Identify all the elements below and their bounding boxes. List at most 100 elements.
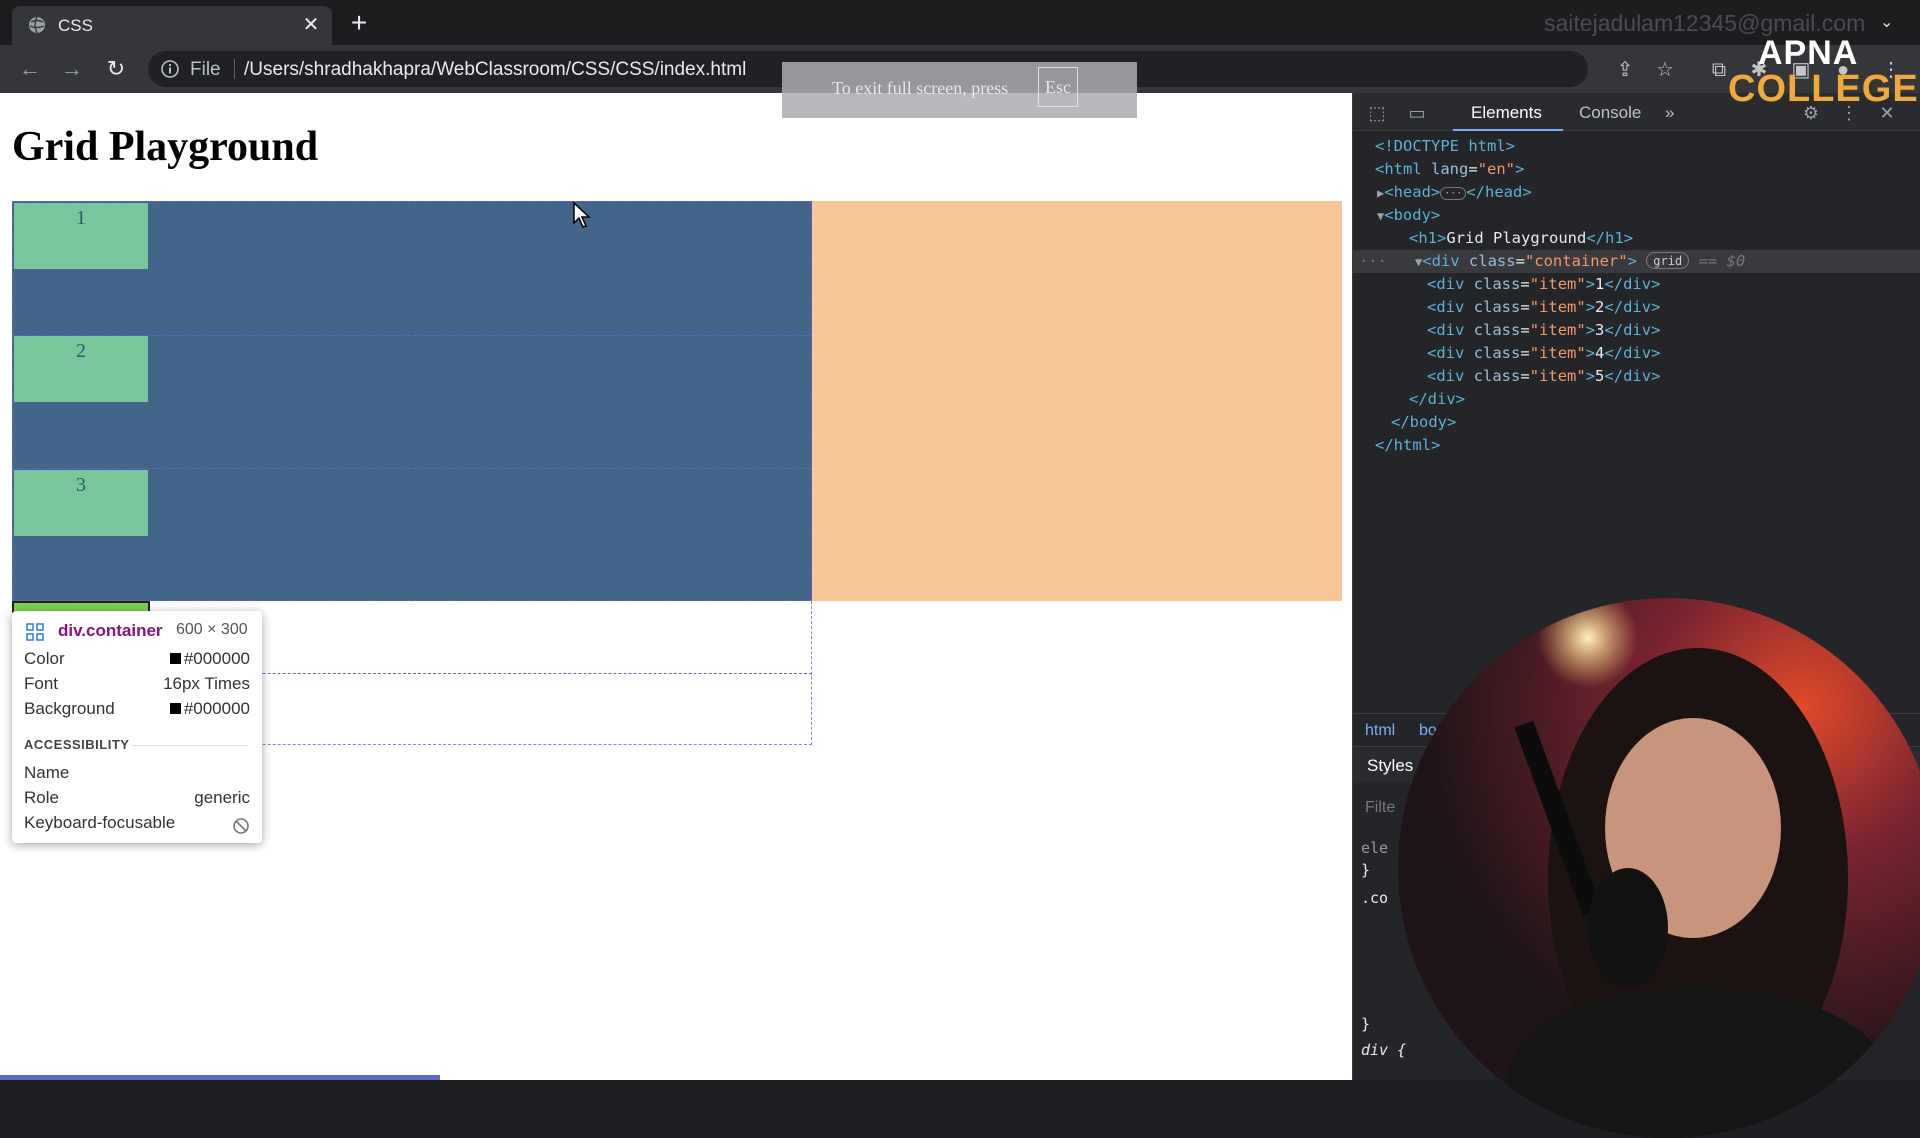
css-rule-line: } bbox=[1361, 1015, 1371, 1033]
grid-item-1: 1 bbox=[14, 203, 148, 269]
active-tab-indicator bbox=[1453, 129, 1563, 131]
div-tag: div bbox=[1436, 344, 1465, 362]
attr-name: class bbox=[1473, 321, 1521, 339]
share-icon[interactable]: ⇪ bbox=[1612, 57, 1638, 83]
body-highlight bbox=[812, 201, 1342, 601]
brand-line2: COLLEGE bbox=[1728, 68, 1919, 110]
dom-node-container-close[interactable]: </div> bbox=[1353, 388, 1920, 411]
div-close-tag: div bbox=[1623, 298, 1652, 316]
chevron-down-icon[interactable]: ⌄ bbox=[1880, 12, 1893, 32]
url-text[interactable]: /Users/shradhakhapra/WebClassroom/CSS/CS… bbox=[244, 59, 746, 81]
grid-badge[interactable]: grid bbox=[1646, 252, 1690, 269]
more-tabs-icon[interactable]: » bbox=[1665, 103, 1674, 123]
tab-title: CSS bbox=[58, 16, 93, 35]
doctype-text: <!DOCTYPE html> bbox=[1375, 137, 1515, 155]
tab-strip: CSS ✕ + saitejadulam12345@gmail.com ⌄ bbox=[0, 0, 1920, 45]
page-heading: Grid Playground bbox=[12, 124, 319, 170]
browser-tab[interactable]: CSS ✕ bbox=[12, 6, 332, 45]
body-close-tag: body bbox=[1409, 413, 1447, 431]
tooltip-name-label: Name bbox=[24, 763, 70, 782]
head-close-tag: head bbox=[1484, 183, 1523, 201]
dom-node-item-5[interactable]: <div class="item">5</div> bbox=[1353, 365, 1920, 388]
item-text: 5 bbox=[1595, 367, 1605, 385]
item-text: 4 bbox=[1595, 344, 1605, 362]
inspect-element-icon[interactable]: ⬚ bbox=[1365, 101, 1389, 125]
breadcrumb-html[interactable]: html bbox=[1365, 722, 1395, 740]
tooltip-font-label: Font bbox=[24, 674, 59, 693]
attr-name: class bbox=[1468, 252, 1516, 270]
dom-node-item-1[interactable]: <div class="item">1</div> bbox=[1353, 273, 1920, 296]
attr-name: class bbox=[1473, 275, 1521, 293]
tab-elements[interactable]: Elements bbox=[1471, 103, 1542, 123]
attr-name: class bbox=[1473, 344, 1521, 362]
fullscreen-toast-text: To exit full screen, press bbox=[832, 78, 1009, 98]
css-rule-line: .co bbox=[1361, 889, 1389, 907]
mouse-cursor-icon bbox=[573, 201, 591, 228]
dom-node-html-close[interactable]: </html> bbox=[1353, 434, 1920, 457]
plus-icon[interactable]: + bbox=[344, 9, 374, 37]
tooltip-background-text: #000000 bbox=[183, 699, 250, 718]
html-tag: html bbox=[1384, 160, 1422, 178]
grid-row-line bbox=[12, 468, 812, 469]
dom-node-container[interactable]: ··· ▼<div class="container"> grid == $0 bbox=[1353, 250, 1920, 273]
reload-icon[interactable]: ↻ bbox=[102, 55, 130, 83]
div-tag: div bbox=[1436, 321, 1465, 339]
attr-value: "item" bbox=[1529, 321, 1586, 339]
tab-styles[interactable]: Styles bbox=[1367, 756, 1413, 776]
esc-key: Esc bbox=[1038, 67, 1078, 107]
h1-text: Grid Playground bbox=[1446, 229, 1587, 247]
tooltip-color-label: Color bbox=[24, 649, 65, 668]
div-close-tag: div bbox=[1623, 367, 1652, 385]
dom-node-body-close[interactable]: </body> bbox=[1353, 411, 1920, 434]
div-tag: div bbox=[1436, 298, 1465, 316]
dom-node-doctype[interactable]: <!DOCTYPE html> bbox=[1353, 135, 1920, 158]
page-viewport: Grid Playground 1 2 3 div.container 600 … bbox=[0, 93, 1352, 1080]
dom-node-item-3[interactable]: <div class="item">3</div> bbox=[1353, 319, 1920, 342]
css-rule-line: ele bbox=[1361, 839, 1389, 857]
div-tag: div bbox=[1436, 367, 1465, 385]
file-label: File bbox=[190, 59, 221, 80]
ellipsis-icon[interactable]: ··· bbox=[1440, 187, 1467, 200]
color-swatch bbox=[169, 653, 181, 664]
attr-name: class bbox=[1473, 298, 1521, 316]
div-tag: div bbox=[1431, 252, 1460, 270]
body-tag: body bbox=[1393, 206, 1431, 224]
account-email: saitejadulam12345@gmail.com bbox=[1544, 10, 1866, 36]
webcam-overlay bbox=[1398, 598, 1920, 1138]
grid-item-2: 2 bbox=[14, 336, 148, 402]
item-text: 3 bbox=[1595, 321, 1605, 339]
close-icon[interactable]: ✕ bbox=[300, 14, 322, 36]
divider bbox=[234, 59, 235, 79]
tooltip-role-value: generic bbox=[194, 788, 250, 807]
inspect-tooltip: div.container 600 × 300 Color #000000 Fo… bbox=[12, 611, 262, 843]
star-icon[interactable]: ☆ bbox=[1652, 57, 1678, 83]
dom-node-head[interactable]: ▶<head> ··· </head> bbox=[1353, 181, 1920, 204]
div-close-tag: div bbox=[1427, 390, 1456, 408]
css-rule-line: } bbox=[1361, 861, 1371, 879]
selected-ref: == $0 bbox=[1698, 252, 1746, 270]
dom-node-item-4[interactable]: <div class="item">4</div> bbox=[1353, 342, 1920, 365]
divider bbox=[132, 745, 248, 746]
not-allowed-icon bbox=[233, 818, 249, 834]
forward-arrow-icon[interactable]: → bbox=[58, 55, 86, 83]
dom-node-html[interactable]: <html lang="en"> bbox=[1353, 158, 1920, 181]
scroll-progress bbox=[0, 1075, 440, 1080]
html-close-tag: html bbox=[1393, 436, 1431, 454]
dom-node-item-2[interactable]: <div class="item">2</div> bbox=[1353, 296, 1920, 319]
h1-tag: h1 bbox=[1418, 229, 1438, 247]
dom-node-h1[interactable]: <h1>Grid Playground</h1> bbox=[1353, 227, 1920, 250]
attr-value: "item" bbox=[1529, 344, 1586, 362]
div-close-tag: div bbox=[1623, 275, 1652, 293]
back-arrow-icon[interactable]: ← bbox=[16, 55, 44, 83]
info-icon[interactable] bbox=[160, 59, 180, 79]
device-toggle-icon[interactable]: ▭ bbox=[1405, 101, 1429, 125]
tab-console[interactable]: Console bbox=[1579, 103, 1641, 123]
tooltip-role-label: Role bbox=[24, 788, 59, 807]
dom-node-body[interactable]: ▼<body> bbox=[1353, 204, 1920, 227]
attr-value: "item" bbox=[1529, 367, 1586, 385]
item-text: 1 bbox=[1595, 275, 1605, 293]
tooltip-color-value: #000000 bbox=[169, 649, 250, 669]
styles-filter-input[interactable]: Filte bbox=[1365, 799, 1395, 817]
grid-icon bbox=[26, 623, 44, 641]
fullscreen-toast: To exit full screen, press Esc bbox=[782, 62, 1137, 118]
